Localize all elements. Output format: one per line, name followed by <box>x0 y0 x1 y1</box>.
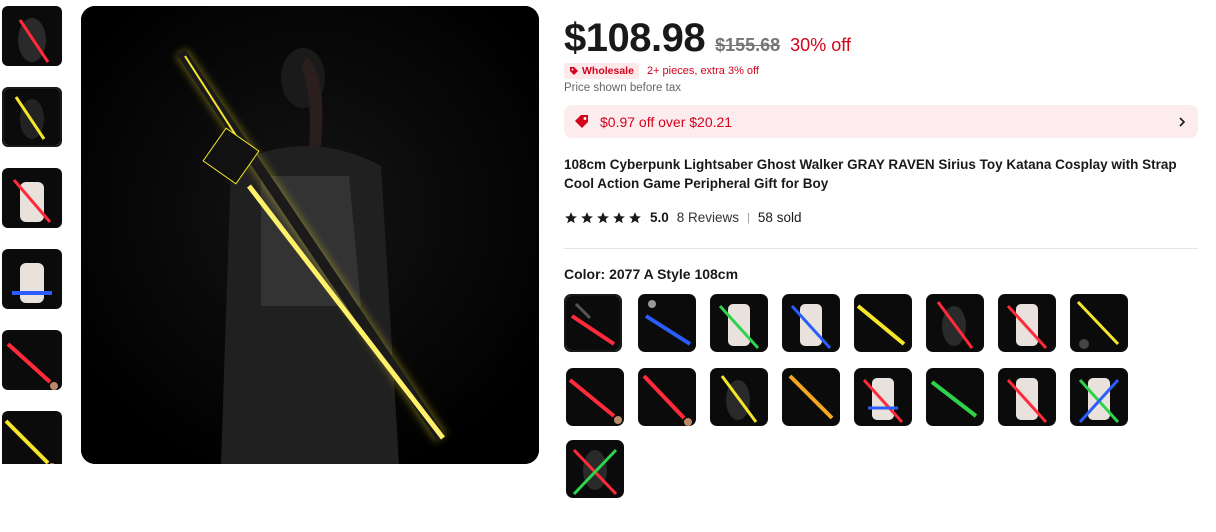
color-option-16[interactable] <box>1070 368 1128 426</box>
wholesale-tag-icon <box>570 67 578 75</box>
divider <box>564 248 1198 249</box>
star-icon <box>613 211 625 223</box>
tax-note: Price shown before tax <box>564 82 681 94</box>
wholesale-row: Wholesale 2+ pieces, extra 3% off <box>564 63 759 79</box>
color-option-14[interactable] <box>926 368 984 426</box>
main-product-image[interactable] <box>81 6 539 464</box>
wholesale-badge: Wholesale <box>564 63 639 79</box>
color-option-15[interactable] <box>998 368 1056 426</box>
color-option-5[interactable] <box>854 294 912 352</box>
thumbnail-1[interactable] <box>2 6 62 66</box>
color-option-13[interactable] <box>854 368 912 426</box>
color-option-9[interactable] <box>566 368 624 426</box>
reviews-link[interactable]: 8 Reviews <box>677 210 739 225</box>
thumbnail-2[interactable] <box>2 87 62 147</box>
rating-row[interactable]: 5.0 8 Reviews | 58 sold <box>564 210 801 225</box>
thumbnail-3[interactable] <box>2 168 62 228</box>
color-option-7[interactable] <box>998 294 1056 352</box>
price-row: $108.98 $155.68 30% off <box>564 16 851 61</box>
color-option-10[interactable] <box>638 368 696 426</box>
coupon-banner[interactable]: $0.97 off over $20.21 <box>564 105 1198 138</box>
color-label: Color: 2077 A Style 108cm <box>564 266 739 282</box>
current-price: $108.98 <box>564 16 706 60</box>
thumbnail-5[interactable] <box>2 330 62 390</box>
star-icon <box>581 211 593 223</box>
color-option-3[interactable] <box>710 294 768 352</box>
color-option-17[interactable] <box>566 440 624 498</box>
rating-score: 5.0 <box>650 210 669 225</box>
thumbnail-4[interactable] <box>2 249 62 309</box>
tag-icon <box>575 114 588 128</box>
separator: | <box>747 211 750 224</box>
color-option-11[interactable] <box>710 368 768 426</box>
star-icon <box>629 211 641 223</box>
wholesale-label: Wholesale <box>582 65 634 77</box>
original-price: $155.68 <box>715 35 781 55</box>
color-option-6[interactable] <box>926 294 984 352</box>
color-option-2[interactable] <box>638 294 696 352</box>
color-option-8[interactable] <box>1070 294 1128 352</box>
discount-percent: 30% off <box>790 35 851 55</box>
product-title: 108cm Cyberpunk Lightsaber Ghost Walker … <box>564 157 1177 191</box>
coupon-text: $0.97 off over $20.21 <box>600 113 733 130</box>
sold-count: 58 sold <box>757 210 802 225</box>
chevron-right-icon <box>1179 116 1186 127</box>
color-option-1[interactable] <box>564 294 622 352</box>
thumbnail-list <box>2 6 64 464</box>
wholesale-text: 2+ pieces, extra 3% off <box>646 65 759 77</box>
rating-stars <box>564 211 642 225</box>
star-icon <box>565 211 577 223</box>
thumbnail-6[interactable] <box>2 411 62 464</box>
star-icon <box>597 211 609 223</box>
color-option-4[interactable] <box>782 294 840 352</box>
color-option-12[interactable] <box>782 368 840 426</box>
